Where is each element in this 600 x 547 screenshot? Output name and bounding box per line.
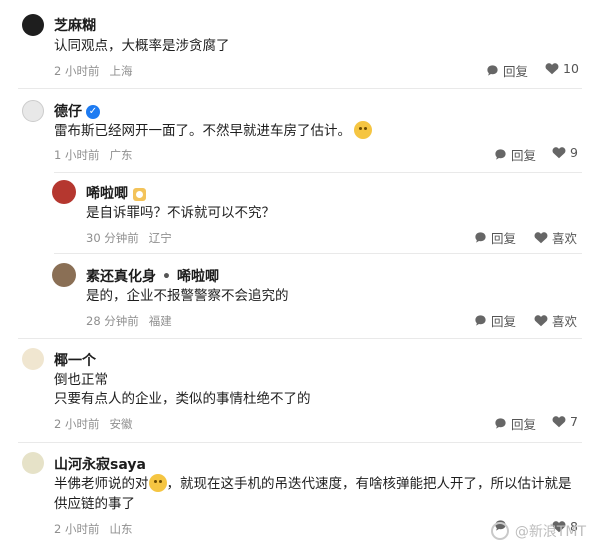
divider (54, 172, 582, 173)
comment-meta: 2 小时前 上海 (54, 63, 132, 79)
comment-text: 雷布斯已经网开一面了。不然早就进车房了估计。 (54, 121, 372, 141)
reply-label: 回复 (511, 417, 537, 432)
location: 辽宁 (148, 231, 172, 245)
like-count: 9 (570, 145, 578, 160)
timestamp: 2 小时前 (54, 64, 100, 78)
watermark-text: @新浪TMT (514, 524, 586, 540)
timestamp: 2 小时前 (54, 522, 100, 536)
divider (54, 253, 582, 254)
like-count: 7 (570, 414, 578, 429)
username-text: 素还真化身 (86, 269, 156, 285)
heart-icon (534, 315, 548, 327)
comment-bubble-icon (495, 418, 506, 429)
username[interactable]: 素还真化身 • 唏啦唧 (86, 266, 219, 286)
reply-label: 回复 (491, 314, 517, 329)
reply-button[interactable]: 回复 (486, 61, 528, 80)
level-badge-icon (133, 187, 146, 201)
avatar[interactable] (52, 263, 76, 287)
comment-meta: 28 分钟前 福建 (86, 313, 172, 329)
like-button[interactable]: 喜欢 (534, 311, 577, 330)
heart-icon (552, 147, 566, 159)
location: 安徽 (109, 417, 133, 431)
reply-button[interactable]: 回复 (494, 145, 536, 164)
username[interactable]: 芝麻糊 (54, 15, 96, 35)
reply-label: 回复 (511, 148, 537, 163)
comment-text-part-1: 半佛老师说的对 (54, 476, 149, 492)
timestamp: 30 分钟前 (86, 231, 139, 245)
like-label: 喜欢 (552, 231, 578, 246)
heart-icon (552, 416, 566, 428)
location: 广东 (109, 148, 133, 162)
like-button[interactable]: 7 (552, 414, 578, 429)
comment-bubble-icon (475, 232, 486, 243)
emoji-icon (148, 474, 167, 492)
location: 上海 (109, 64, 133, 78)
emoji-icon (354, 121, 372, 139)
location: 山东 (109, 522, 133, 536)
divider (18, 338, 582, 339)
comment-text-line-1: 倒也正常 (54, 372, 108, 388)
comment-meta: 1 小时前 广东 (54, 147, 132, 163)
avatar[interactable] (22, 452, 44, 474)
avatar[interactable] (22, 14, 44, 36)
username[interactable]: 椰一个 (54, 350, 96, 370)
comment-text: 认同观点，大概率是涉贪腐了 (54, 38, 230, 54)
username-text: 唏啦唧 (86, 186, 128, 202)
like-button[interactable]: 10 (545, 61, 579, 76)
like-button[interactable]: 9 (552, 145, 578, 160)
verified-icon: ✓ (86, 105, 100, 119)
reply-button[interactable]: 回复 (474, 311, 516, 330)
username[interactable]: 山河永寂saya (54, 454, 146, 474)
timestamp: 1 小时前 (54, 148, 100, 162)
comment-text-line-1: 半佛老师说的对 ，就现在这手机的吊迭代速度，有啥核弹能把人开了，所以估计就是 (54, 474, 572, 494)
comment-bubble-icon (495, 149, 506, 160)
comment-bubble-icon (475, 315, 486, 326)
comment-meta: 2 小时前 山东 (54, 521, 132, 537)
comment-text: 是的，企业不报警警察不会追究的 (86, 288, 289, 304)
comment-meta: 2 小时前 安徽 (54, 416, 132, 432)
reply-to-username[interactable]: 唏啦唧 (177, 269, 219, 285)
comment-text: 是自诉罪吗？不诉就可以不究？ (86, 205, 275, 221)
username[interactable]: 唏啦唧 (86, 183, 146, 203)
like-button[interactable]: 喜欢 (534, 228, 577, 247)
like-count: 10 (563, 61, 579, 76)
username-text: 德仔 (54, 104, 82, 120)
comment-text-line-2: 供应链的事了 (54, 496, 135, 512)
heart-icon (534, 232, 548, 244)
divider (18, 442, 582, 443)
location: 福建 (148, 314, 172, 328)
comment-meta: 30 分钟前 辽宁 (86, 230, 172, 246)
reply-separator: • (162, 269, 171, 285)
reply-label: 回复 (491, 231, 517, 246)
reply-button[interactable]: 回复 (474, 228, 516, 247)
comment-text-content: 雷布斯已经网开一面了。不然早就进车房了估计。 (54, 123, 351, 139)
comment-bubble-icon (487, 65, 498, 76)
avatar[interactable] (22, 348, 44, 370)
reply-label: 回复 (503, 64, 529, 79)
comment-text-line-2: 只要有点人的企业，类似的事情杜绝不了的 (54, 391, 311, 407)
divider (18, 88, 582, 89)
timestamp: 28 分钟前 (86, 314, 139, 328)
username[interactable]: 德仔 ✓ (54, 101, 100, 121)
like-label: 喜欢 (552, 314, 578, 329)
comment-text-part-2: ，就现在这手机的吊迭代速度，有啥核弹能把人开了，所以估计就是 (166, 476, 572, 492)
avatar[interactable] (52, 180, 76, 204)
heart-icon (545, 63, 559, 75)
reply-button[interactable]: 回复 (494, 414, 536, 433)
watermark: @新浪TMT (490, 521, 586, 541)
timestamp: 2 小时前 (54, 417, 100, 431)
weibo-logo-icon (490, 522, 509, 540)
avatar[interactable] (22, 100, 44, 122)
